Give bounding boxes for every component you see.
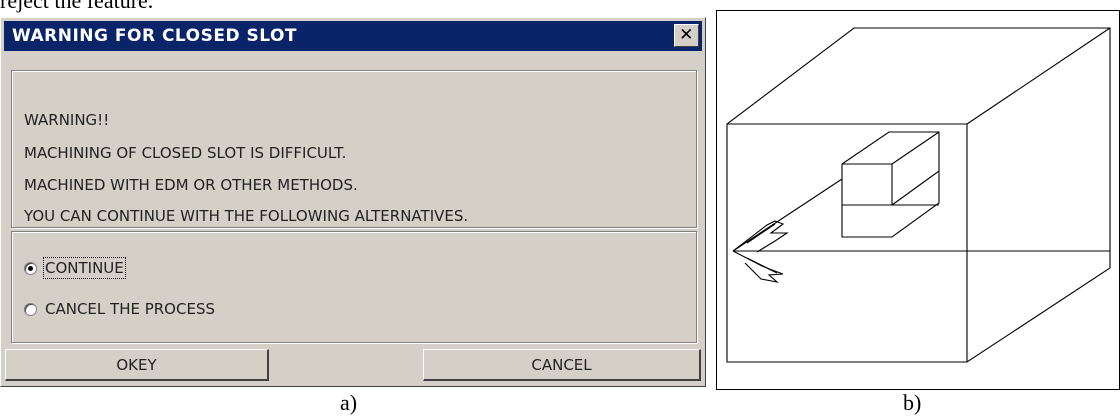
radio-label-cancel-process: CANCEL THE PROCESS xyxy=(45,300,215,318)
options-group: CONTINUE CANCEL THE PROCESS xyxy=(11,231,697,343)
radio-dot-icon xyxy=(28,265,33,271)
message-line: YOU CAN CONTINUE WITH THE FOLLOWING ALTE… xyxy=(24,207,469,225)
close-icon: ✕ xyxy=(679,25,694,45)
message-line: MACHINED WITH EDM OR OTHER METHODS. xyxy=(24,176,358,194)
top-text-fragment: reject the feature. xyxy=(0,0,154,13)
radio-continue[interactable]: CONTINUE xyxy=(24,257,126,279)
warning-dialog: WARNING FOR CLOSED SLOT ✕ WARNING!! MACH… xyxy=(0,17,706,387)
radio-label-continue: CONTINUE xyxy=(43,257,126,279)
message-line: MACHINING OF CLOSED SLOT IS DIFFICULT. xyxy=(24,144,347,162)
box-outline xyxy=(726,27,1111,363)
arrow-shaft xyxy=(746,257,778,274)
axis-line xyxy=(732,178,843,252)
slot-edge xyxy=(891,131,940,165)
cancel-button[interactable]: CANCEL xyxy=(423,349,701,381)
message-line: WARNING!! xyxy=(24,111,110,129)
slot-edge xyxy=(891,170,940,206)
dialog-titlebar: WARNING FOR CLOSED SLOT ✕ xyxy=(4,21,702,51)
caption-b: b) xyxy=(903,390,922,415)
caption-a: a) xyxy=(340,390,358,415)
radio-button-selected[interactable] xyxy=(24,261,37,275)
radio-cancel-process[interactable]: CANCEL THE PROCESS xyxy=(24,298,215,320)
arrow-icon xyxy=(732,250,784,283)
closed-slot-wireframe xyxy=(726,27,1111,363)
message-group: WARNING!! MACHINING OF CLOSED SLOT IS DI… xyxy=(11,70,697,228)
wireframe-drawing xyxy=(716,10,1120,390)
okey-button[interactable]: OKEY xyxy=(5,349,269,381)
dialog-title: WARNING FOR CLOSED SLOT xyxy=(12,26,298,46)
close-button[interactable]: ✕ xyxy=(674,24,699,47)
radio-button[interactable] xyxy=(24,302,37,316)
arrow-icon xyxy=(732,220,789,253)
slot-pocket xyxy=(841,131,940,238)
box-edge xyxy=(966,27,1111,125)
